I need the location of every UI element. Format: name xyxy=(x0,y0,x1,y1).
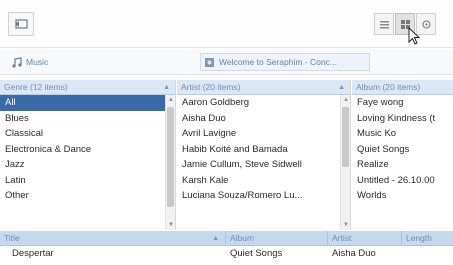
column-header-title[interactable]: Title ▲ xyxy=(0,231,226,246)
sort-arrow-icon: ▲ xyxy=(163,84,170,91)
breadcrumb-album[interactable]: Welcome to Seraphim - Conc... xyxy=(200,53,370,71)
artist-column-header[interactable]: Artist (20 items) ▲ xyxy=(177,80,350,95)
artist-item[interactable]: Aisha Duo xyxy=(177,111,350,127)
scroll-down-icon[interactable]: ▼ xyxy=(342,221,350,229)
genre-scrollbar[interactable]: ▲ ▼ xyxy=(165,95,175,230)
track-title: Despertar xyxy=(12,248,54,259)
back-icon xyxy=(15,19,28,29)
table-row[interactable]: Despertar Quiet Songs Aisha Duo xyxy=(0,246,453,262)
mouse-cursor-icon xyxy=(408,27,420,45)
breadcrumb-music-label: Music xyxy=(26,57,49,67)
album-item[interactable]: Quiet Songs xyxy=(352,142,453,158)
track-artist: Aisha Duo xyxy=(332,248,376,259)
genre-item[interactable]: All xyxy=(0,95,175,111)
genre-scroll-thumb[interactable] xyxy=(167,107,174,207)
album-icon xyxy=(205,57,214,67)
list-view-icon xyxy=(380,21,389,29)
genre-item[interactable]: Blues xyxy=(0,111,175,127)
album-list: Faye wong Loving Kindness (t Music Ko Qu… xyxy=(352,95,453,204)
track-table-header: Title ▲ Album Artist Length xyxy=(0,231,453,246)
artist-list: Aaron Goldberg Aisha Duo Avril Lavigne H… xyxy=(177,95,350,204)
scroll-down-icon[interactable]: ▼ xyxy=(167,221,175,229)
breadcrumb-album-label: Welcome to Seraphim - Conc... xyxy=(219,57,337,67)
list-view-button[interactable] xyxy=(374,13,394,35)
library-browser: Genre (12 items) ▲ All Blues Classical E… xyxy=(0,80,453,230)
track-album: Quiet Songs xyxy=(230,248,283,259)
back-button[interactable] xyxy=(8,12,34,36)
genre-column-header[interactable]: Genre (12 items) ▲ xyxy=(0,80,175,95)
artist-item[interactable]: Avril Lavigne xyxy=(177,126,350,142)
music-note-icon xyxy=(12,56,22,68)
track-table: Title ▲ Album Artist Length Despertar Qu… xyxy=(0,231,453,265)
breadcrumb: Music Welcome to Seraphim - Conc... xyxy=(0,49,453,75)
artist-item[interactable]: Karsh Kale xyxy=(177,173,350,189)
genre-item[interactable]: Other xyxy=(0,188,175,204)
breadcrumb-music[interactable]: Music xyxy=(12,53,48,71)
artist-item[interactable]: Luciana Souza/Romero Lu... xyxy=(177,188,350,204)
genre-item[interactable]: Jazz xyxy=(0,157,175,173)
sort-arrow-icon: ▲ xyxy=(212,235,219,242)
genre-item[interactable]: Electronica & Dance xyxy=(0,142,175,158)
scroll-up-icon[interactable]: ▲ xyxy=(167,96,175,104)
view-switcher xyxy=(374,13,437,35)
album-item[interactable]: Untitled - 26.10.00 xyxy=(352,173,453,189)
column-header-length[interactable]: Length xyxy=(402,231,453,246)
sort-arrow-icon: ▲ xyxy=(338,84,345,91)
artist-scrollbar[interactable]: ▲ ▼ xyxy=(340,95,350,230)
artist-item[interactable]: Jamie Cullum, Steve Sidwell xyxy=(177,157,350,173)
genre-item[interactable]: Latin xyxy=(0,173,175,189)
more-icon xyxy=(422,20,431,29)
album-column-header[interactable]: Album (20 items) xyxy=(352,80,453,95)
album-item[interactable]: Realize xyxy=(352,157,453,173)
toolbar xyxy=(0,0,453,48)
artist-item[interactable]: Habib Koité and Bamada xyxy=(177,142,350,158)
artist-column: Artist (20 items) ▲ Aaron Goldberg Aisha… xyxy=(177,80,351,230)
album-item[interactable]: Loving Kindness (t xyxy=(352,111,453,127)
genre-column: Genre (12 items) ▲ All Blues Classical E… xyxy=(0,80,176,230)
artist-scroll-thumb[interactable] xyxy=(342,107,349,167)
album-item[interactable]: Faye wong xyxy=(352,95,453,111)
album-item[interactable]: Worlds xyxy=(352,188,453,204)
artist-item[interactable]: Aaron Goldberg xyxy=(177,95,350,111)
genre-list: All Blues Classical Electronica & Dance … xyxy=(0,95,175,204)
column-header-album[interactable]: Album xyxy=(226,231,328,246)
column-header-artist[interactable]: Artist xyxy=(328,231,402,246)
album-column: Album (20 items) Faye wong Loving Kindne… xyxy=(352,80,453,230)
genre-item[interactable]: Classical xyxy=(0,126,175,142)
album-item[interactable]: Music Ko xyxy=(352,126,453,142)
scroll-up-icon[interactable]: ▲ xyxy=(342,96,350,104)
